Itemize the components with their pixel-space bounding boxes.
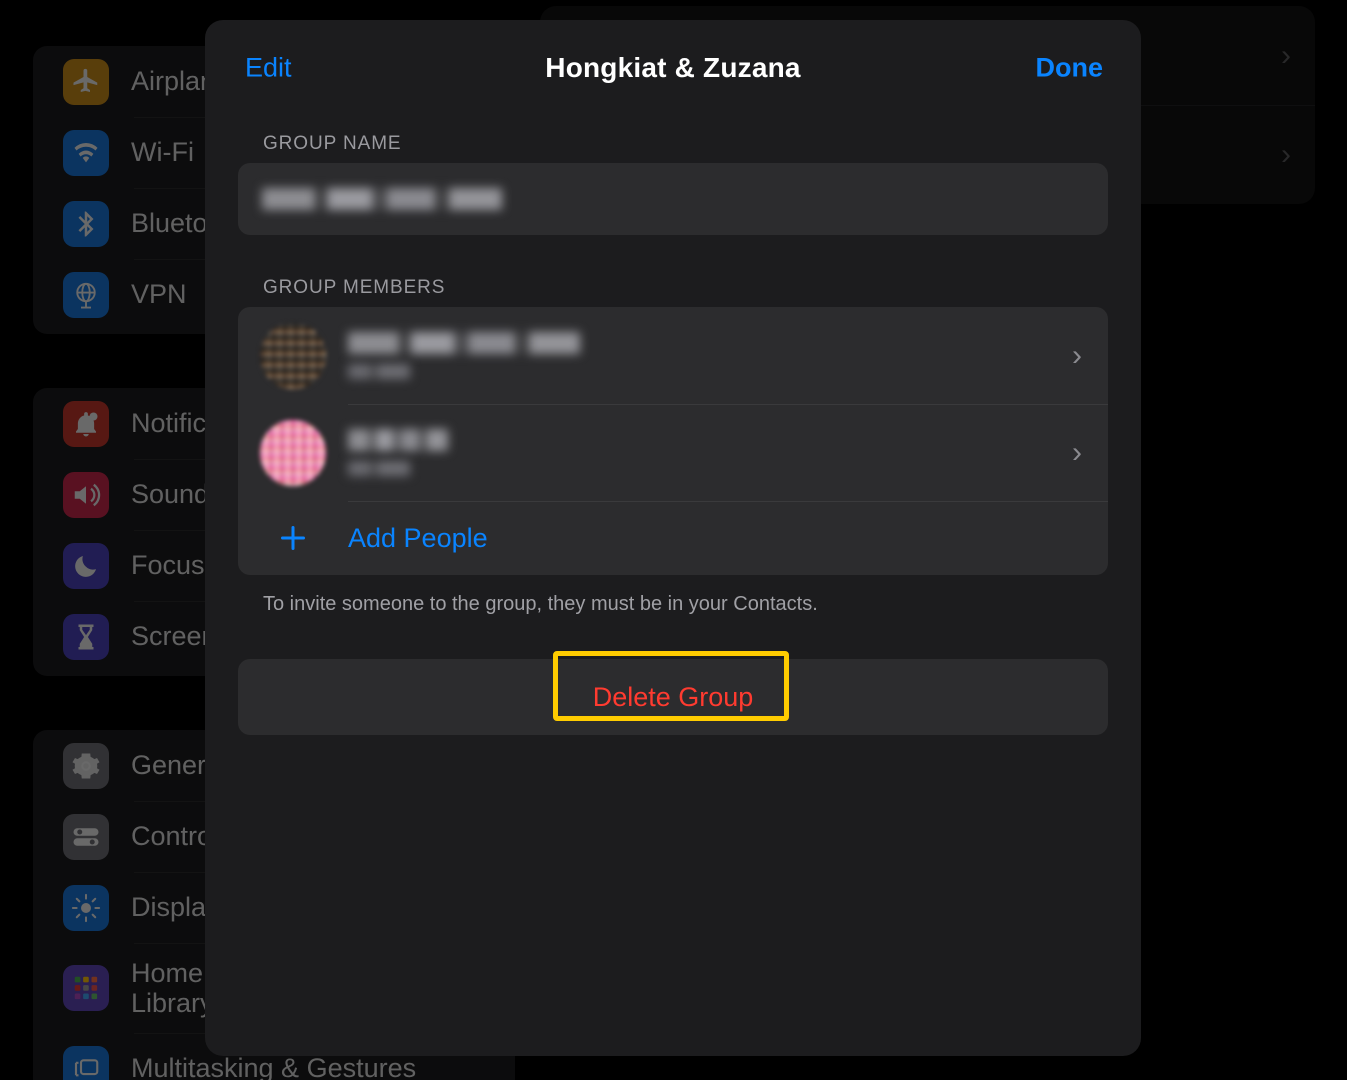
group-members-section-label: GROUP MEMBERS xyxy=(263,277,446,298)
sheet-title: Hongkiat & Zuzana xyxy=(545,51,801,83)
member-row[interactable]: › xyxy=(238,404,1108,501)
group-members-card: › › Add People xyxy=(238,307,1108,575)
delete-group-section: Delete Group xyxy=(238,651,1108,735)
member-name-redacted xyxy=(348,332,580,354)
avatar xyxy=(260,419,326,486)
add-people-button[interactable]: Add People xyxy=(238,501,1108,575)
sheet-header: Edit Hongkiat & Zuzana Done xyxy=(205,20,1141,115)
member-name-redacted xyxy=(348,429,448,451)
member-subtitle-redacted xyxy=(348,461,410,476)
plus-icon xyxy=(260,520,326,556)
member-subtitle-redacted xyxy=(348,364,410,379)
group-name-input[interactable] xyxy=(238,163,1108,235)
members-footnote: To invite someone to the group, they mus… xyxy=(263,593,818,615)
delete-group-button[interactable]: Delete Group xyxy=(238,659,1108,735)
done-button[interactable]: Done xyxy=(1030,48,1110,87)
add-people-label: Add People xyxy=(348,522,488,553)
group-details-sheet: Edit Hongkiat & Zuzana Done GROUP NAME G… xyxy=(205,20,1141,1056)
delete-group-label: Delete Group xyxy=(592,681,754,712)
group-name-card xyxy=(238,163,1108,235)
screen: Airplane Mode Wi-Fi Bluetooth xyxy=(0,0,1347,1080)
edit-button[interactable]: Edit xyxy=(239,48,298,87)
chevron-right-icon: › xyxy=(1072,435,1082,469)
group-name-section-label: GROUP NAME xyxy=(263,133,402,154)
member-text xyxy=(348,332,1072,379)
member-text xyxy=(348,429,1072,476)
avatar xyxy=(260,322,326,389)
group-name-value-redacted xyxy=(262,188,502,210)
chevron-right-icon: › xyxy=(1072,338,1082,372)
member-row[interactable]: › xyxy=(238,307,1108,404)
